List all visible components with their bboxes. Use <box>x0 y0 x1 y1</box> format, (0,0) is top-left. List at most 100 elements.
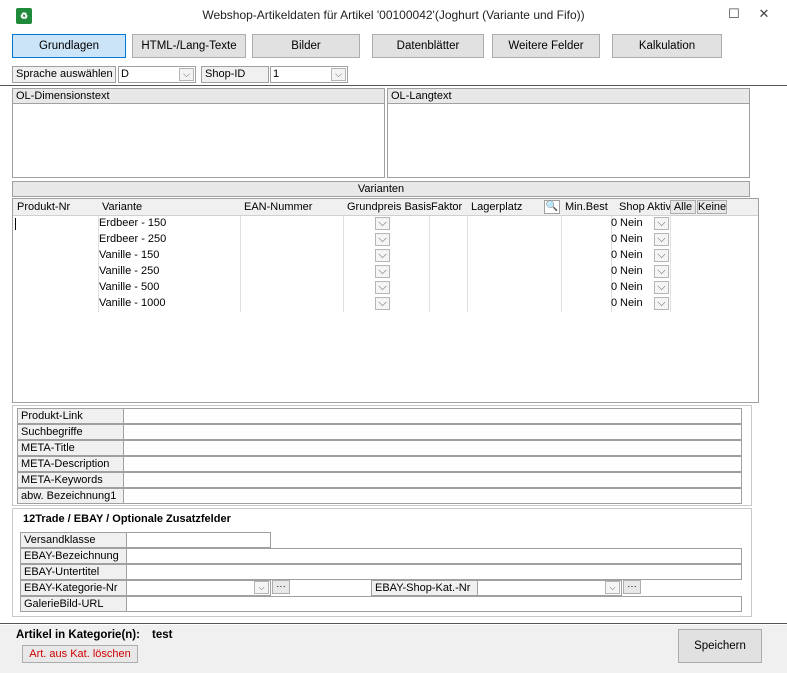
chevron-down-icon[interactable]: ⌵ <box>375 281 390 294</box>
ebay-name-label: EBAY-Bezeichnung <box>20 548 127 564</box>
chevron-down-icon[interactable]: ⌵ <box>654 217 669 230</box>
ebay-shop-category-more-button[interactable]: ··· <box>623 580 641 594</box>
chevron-down-icon[interactable]: ⌵ <box>654 281 669 294</box>
remove-from-category-button[interactable]: Art. aus Kat. löschen <box>22 645 138 663</box>
col-factor[interactable]: Faktor <box>431 201 462 213</box>
language-label: Sprache auswählen <box>12 66 116 83</box>
alt-name-field[interactable] <box>123 488 742 504</box>
save-button[interactable]: Speichern <box>678 629 762 663</box>
col-ean[interactable]: EAN-Nummer <box>244 201 312 213</box>
gallery-url-label: GalerieBild-URL <box>20 596 127 612</box>
col-variant[interactable]: Variante <box>102 201 142 213</box>
table-row[interactable]: Vanille - 250 ⌵ 0 Nein ⌵ <box>13 264 673 280</box>
chevron-down-icon[interactable]: ⌵ <box>654 233 669 246</box>
variant-name: Vanille - 250 <box>99 265 160 277</box>
chevron-down-icon[interactable]: ⌵ <box>179 68 194 81</box>
table-row[interactable]: Vanille - 1000 ⌵ 0 Nein ⌵ <box>13 296 673 312</box>
chevron-down-icon[interactable]: ⌵ <box>654 265 669 278</box>
shop-active-value: Nein <box>620 233 643 245</box>
chevron-down-icon[interactable]: ⌵ <box>375 233 390 246</box>
ebay-subtitle-field[interactable] <box>126 564 742 580</box>
alt-name-label: abw. Bezeichnung1 <box>17 488 124 504</box>
gallery-url-field[interactable] <box>126 596 742 612</box>
shop-active-value: Nein <box>620 265 643 277</box>
shop-id-select[interactable]: 1 ⌵ <box>270 66 348 83</box>
variants-grid[interactable]: Produkt-Nr Variante EAN-Nummer Grundprei… <box>12 198 759 403</box>
meta-description-label: META-Description <box>17 456 124 472</box>
language-select[interactable]: D ⌵ <box>118 66 196 83</box>
ebay-category-label: EBAY-Kategorie-Nr <box>20 580 127 596</box>
close-icon[interactable]: ✕ <box>752 4 776 24</box>
meta-title-label: META-Title <box>17 440 124 456</box>
min-order-value: 0 <box>611 233 618 245</box>
tab-kalkulation[interactable]: Kalkulation <box>612 34 722 58</box>
variant-name: Erdbeer - 250 <box>99 233 167 245</box>
variant-name: Vanille - 500 <box>99 281 160 293</box>
variants-grid-header: Produkt-Nr Variante EAN-Nummer Grundprei… <box>13 199 758 216</box>
search-icon[interactable]: 🔍 <box>544 200 560 214</box>
category-label: Artikel in Kategorie(n): <box>16 629 140 641</box>
table-row[interactable]: Vanille - 150 ⌵ 0 Nein ⌵ <box>13 248 673 264</box>
meta-description-field[interactable] <box>123 456 742 472</box>
product-link-field[interactable] <box>123 408 742 424</box>
shop-id-label: Shop-ID <box>201 66 269 83</box>
chevron-down-icon[interactable]: ⌵ <box>375 297 390 310</box>
tab-html-texte[interactable]: HTML-/Lang-Texte <box>132 34 246 58</box>
table-row[interactable]: Erdbeer - 250 ⌵ 0 Nein ⌵ <box>13 232 673 248</box>
meta-title-field[interactable] <box>123 440 742 456</box>
min-order-value: 0 <box>611 217 618 229</box>
maximize-icon[interactable]: ☐ <box>722 4 746 24</box>
select-none-button[interactable]: Keine <box>697 200 727 214</box>
chevron-down-icon[interactable]: ⌵ <box>375 249 390 262</box>
search-terms-label: Suchbegriffe <box>17 424 124 440</box>
col-product-nr[interactable]: Produkt-Nr <box>17 201 70 213</box>
meta-keywords-label: META-Keywords <box>17 472 124 488</box>
select-all-button[interactable]: Alle <box>670 200 696 214</box>
chevron-down-icon[interactable]: ⌵ <box>605 581 620 594</box>
product-link-label: Produkt-Link <box>17 408 124 424</box>
ebay-category-field[interactable] <box>126 580 271 596</box>
ebay-section-title: 12Trade / EBAY / Optionale Zusatzfelder <box>23 513 231 525</box>
dimension-text-label: OL-Dimensionstext <box>13 89 384 104</box>
tab-datenblaetter[interactable]: Datenblätter <box>372 34 484 58</box>
shop-active-value: Nein <box>620 249 643 261</box>
tab-grundlagen[interactable]: Grundlagen <box>12 34 126 58</box>
min-order-value: 0 <box>611 249 618 261</box>
table-row[interactable]: Erdbeer - 150 ⌵ 0 Nein ⌵ <box>13 216 673 232</box>
chevron-down-icon[interactable]: ⌵ <box>254 581 269 594</box>
col-storage[interactable]: Lagerplatz <box>471 201 522 213</box>
ebay-shop-category-field[interactable] <box>477 580 622 596</box>
ebay-subtitle-label: EBAY-Untertitel <box>20 564 127 580</box>
shipping-class-field[interactable] <box>126 532 271 548</box>
ebay-name-field[interactable] <box>126 548 742 564</box>
divider <box>0 85 787 86</box>
shop-id-value: 1 <box>273 68 280 80</box>
chevron-down-icon[interactable]: ⌵ <box>654 249 669 262</box>
col-base-price[interactable]: Grundpreis Basis <box>347 201 431 213</box>
col-min-order[interactable]: Min.Best <box>565 201 608 213</box>
category-value: test <box>152 629 173 641</box>
variants-title: Varianten <box>12 181 750 197</box>
meta-keywords-field[interactable] <box>123 472 742 488</box>
search-terms-field[interactable] <box>123 424 742 440</box>
shipping-class-label: Versandklasse <box>20 532 127 548</box>
window-title: Webshop-Artikeldaten für Artikel '001000… <box>202 8 585 22</box>
long-text-panel[interactable]: OL-Langtext <box>387 88 750 178</box>
ebay-shop-category-label: EBAY-Shop-Kat.-Nr <box>371 580 478 596</box>
chevron-down-icon[interactable]: ⌵ <box>654 297 669 310</box>
tab-bilder[interactable]: Bilder <box>252 34 360 58</box>
col-shop-active[interactable]: Shop Aktiv <box>619 201 671 213</box>
dimension-text-panel[interactable]: OL-Dimensionstext <box>12 88 385 178</box>
tab-weitere-felder[interactable]: Weitere Felder <box>492 34 600 58</box>
table-row[interactable]: Vanille - 500 ⌵ 0 Nein ⌵ <box>13 280 673 296</box>
divider <box>0 623 787 624</box>
shop-active-value: Nein <box>620 217 643 229</box>
long-text-label: OL-Langtext <box>388 89 749 104</box>
language-value: D <box>121 68 129 80</box>
chevron-down-icon[interactable]: ⌵ <box>375 265 390 278</box>
min-order-value: 0 <box>611 297 618 309</box>
ebay-category-more-button[interactable]: ··· <box>272 580 290 594</box>
chevron-down-icon[interactable]: ⌵ <box>331 68 346 81</box>
chevron-down-icon[interactable]: ⌵ <box>375 217 390 230</box>
variant-name: Vanille - 1000 <box>99 297 166 309</box>
